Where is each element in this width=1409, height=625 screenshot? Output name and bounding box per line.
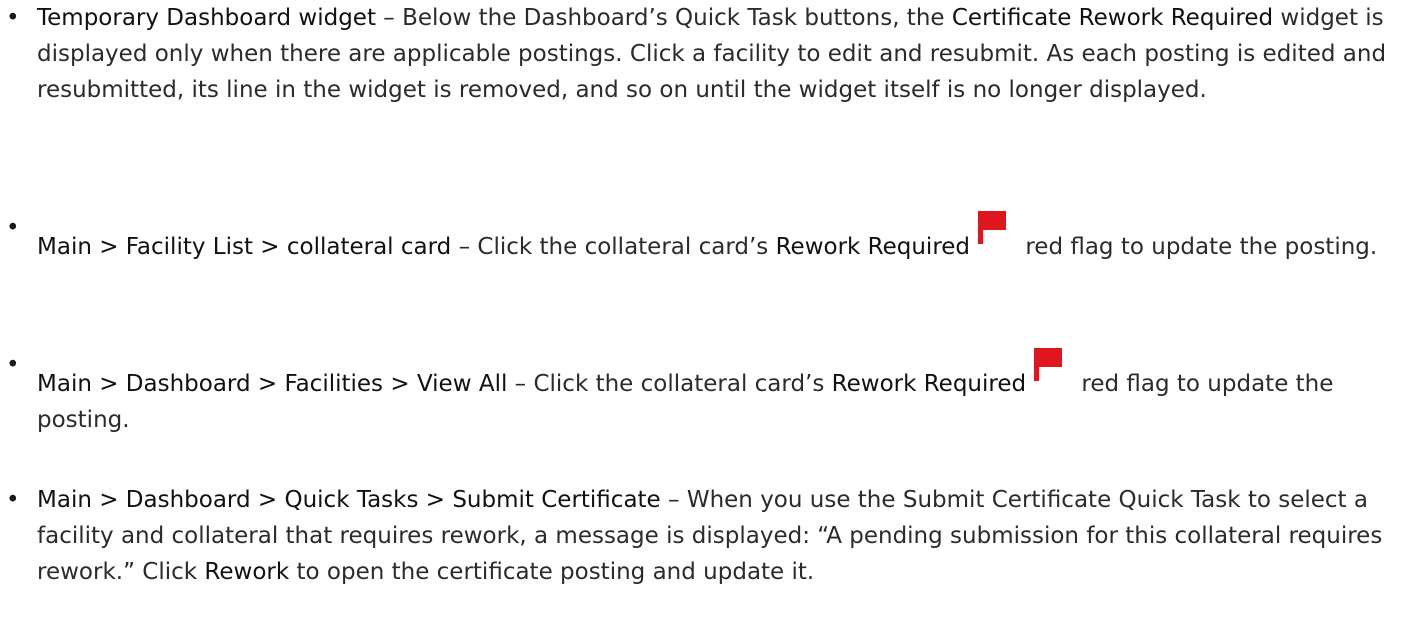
term-dashboard-facilities-path: Main > Dashboard > Facilities > View All [37, 371, 508, 397]
term-rework-required: Rework Required [775, 234, 971, 260]
red-flag-icon [1034, 348, 1063, 381]
term-temporary-dashboard-widget: Temporary Dashboard widget [37, 5, 376, 31]
description-text: – Click the collateral card’s [451, 234, 776, 260]
red-flag-icon [978, 211, 1007, 244]
description-text: to open the certificate posting and upda… [289, 559, 815, 585]
bullet: • [6, 352, 20, 378]
term-submit-certificate-path: Main > Dashboard > Quick Tasks > Submit … [37, 487, 661, 513]
term-facility-list-path: Main > Facility List > collateral card [37, 234, 452, 260]
description-text: – Below the Dashboard’s Quick Task butto… [375, 5, 952, 31]
help-document: • Temporary Dashboard widget – Below the… [0, 0, 1409, 625]
description-text: – Click the collateral card’s [507, 371, 832, 397]
list-item: • Main > Facility List > collateral card… [6, 211, 1397, 265]
term-rework-required: Rework Required [831, 371, 1027, 397]
bullet: • [6, 487, 20, 513]
description-text: red flag to update the posting. [1018, 234, 1378, 260]
term-certificate-rework-required: Certificate Rework Required [951, 5, 1274, 31]
term-rework: Rework [204, 559, 290, 585]
list-item: • Temporary Dashboard widget – Below the… [6, 0, 1397, 108]
list-item: • Main > Dashboard > Facilities > View A… [6, 348, 1397, 438]
bullet: • [6, 5, 20, 31]
list-item: • Main > Dashboard > Quick Tasks > Submi… [6, 482, 1397, 590]
bullet: • [6, 215, 20, 241]
